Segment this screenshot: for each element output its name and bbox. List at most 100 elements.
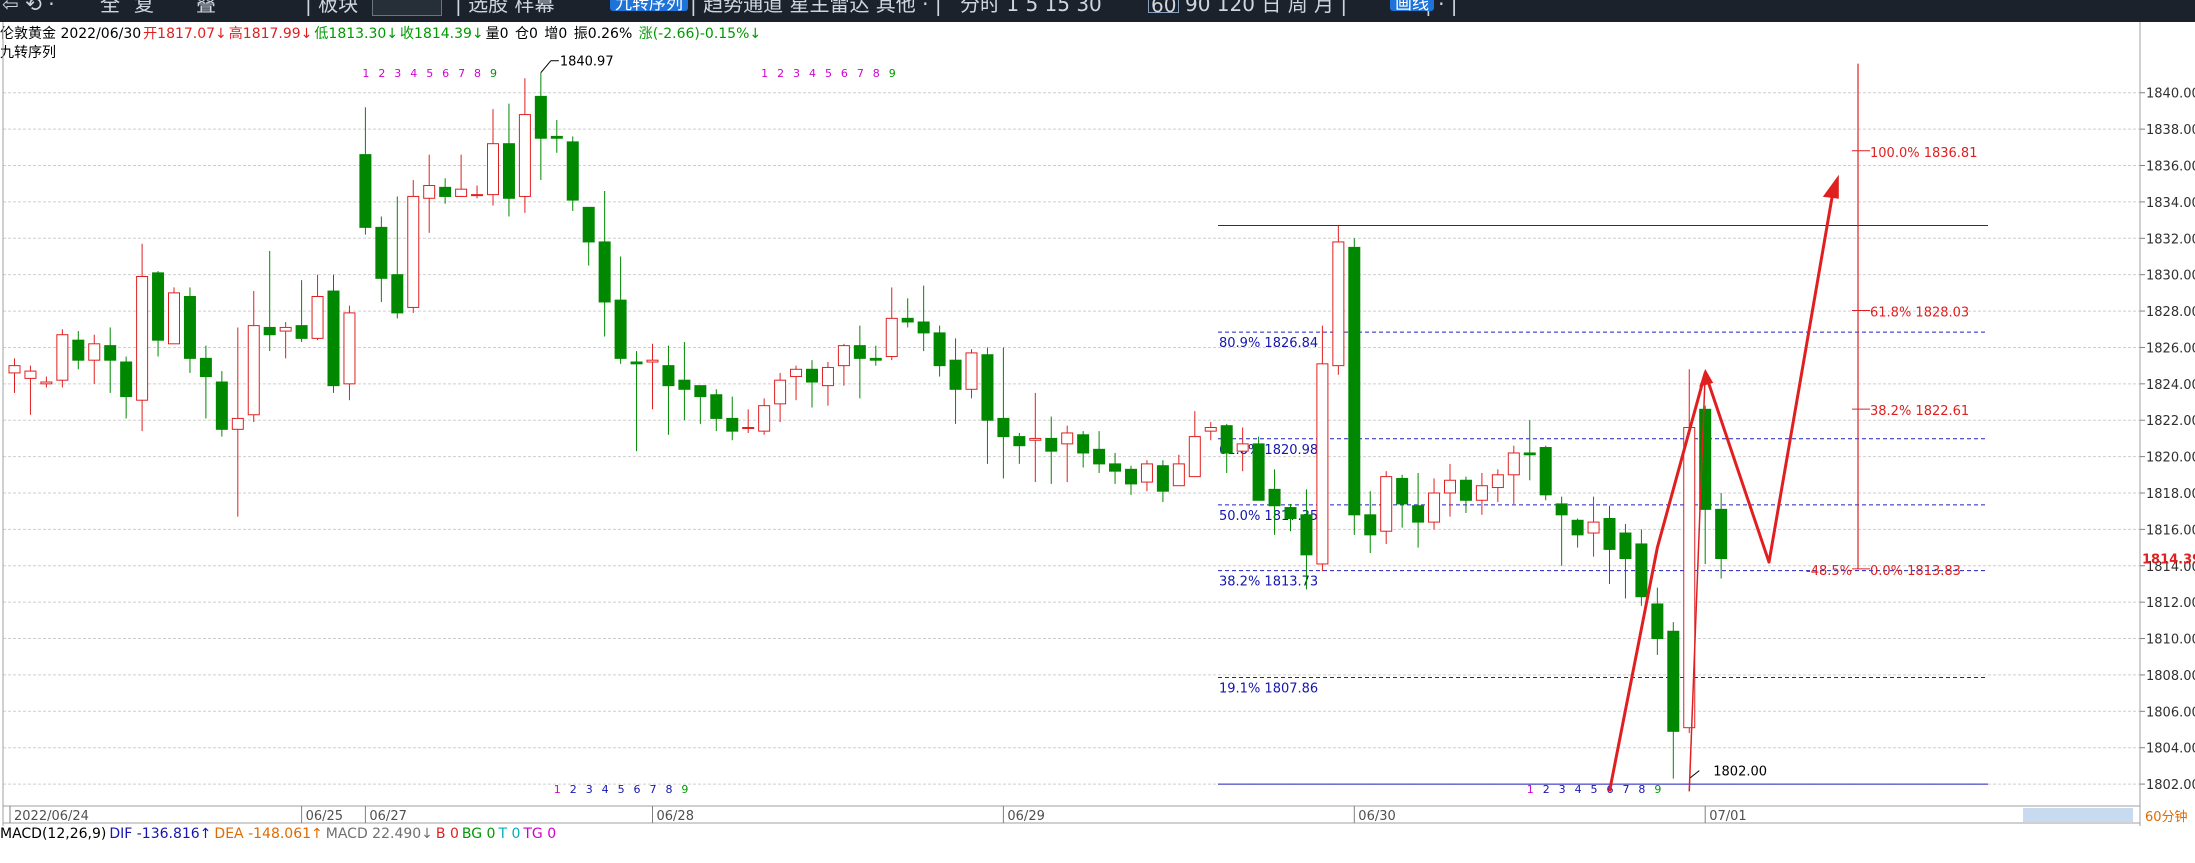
candle: [375, 216, 388, 302]
candle: [1555, 496, 1568, 566]
candle-body: [24, 370, 37, 379]
candle: [1236, 427, 1249, 472]
candle-body: [423, 185, 436, 199]
candle-body: [1603, 517, 1616, 550]
candle-body: [758, 405, 771, 432]
candle: [1539, 445, 1552, 501]
nine-sequence-digit: 4: [809, 67, 816, 80]
candle-body: [471, 194, 484, 197]
candle: [1268, 469, 1281, 535]
fib-projection-label: 100.0% 1836.81: [1870, 146, 1977, 161]
candle-body: [598, 241, 611, 303]
candle-body: [247, 325, 260, 416]
period-label-bg: [2023, 808, 2133, 822]
candle-body: [981, 354, 994, 421]
price-tick-label: 1826.00: [2146, 341, 2195, 356]
candle: [215, 371, 228, 437]
candle: [981, 347, 994, 464]
candle-body: [8, 365, 21, 374]
candle-body: [1236, 443, 1249, 452]
candle: [1188, 411, 1201, 478]
candle-body: [885, 317, 898, 358]
candle: [104, 327, 117, 393]
candle-body: [343, 312, 356, 385]
nine-sequence-digit: 4: [1575, 783, 1582, 796]
candle-body: [1491, 474, 1504, 489]
candle: [1380, 471, 1393, 544]
nine-sequence-digit: 2: [777, 67, 784, 80]
nine-sequence-digit: 5: [618, 783, 625, 796]
candle: [471, 185, 484, 199]
candle-body: [104, 345, 117, 361]
candle-body: [1045, 437, 1058, 452]
candle: [1077, 431, 1090, 468]
candle-body: [279, 326, 292, 332]
nine-sequence-markers: 1 2 3 4 5 6 7 8 9 1 2 3 4 5 6 7 8 91 2 3 4 5 6 7 8 9 1 2 3 4 5 6 7 8 9: [362, 67, 1661, 796]
fib-projection-label: 38.2% 1822.61: [1870, 404, 1969, 419]
candle-body: [1380, 476, 1393, 532]
candle: [88, 334, 101, 384]
candle-body: [1125, 468, 1137, 485]
candle: [678, 341, 691, 421]
candle-body: [359, 154, 372, 228]
fib-level-label: 38.2% 1813.73: [1219, 575, 1318, 590]
candle: [1444, 463, 1456, 517]
macd-name: MACD(12,26,9): [0, 826, 107, 842]
candle-body: [136, 275, 149, 401]
price-tick-label: 1830.00: [2146, 269, 2195, 284]
candle: [997, 347, 1010, 479]
candle-body: [1013, 436, 1026, 447]
candle-body: [1651, 603, 1664, 640]
price-tick-label: 1808.00: [2146, 669, 2195, 684]
candle: [439, 178, 452, 204]
candle-body: [1348, 246, 1361, 516]
candle-body: [1364, 514, 1377, 536]
fibonacci-projection: 100.0% 1836.81 61.8% 1828.03 38.2% 1822.61…: [1806, 63, 1977, 579]
price-tick-label: 1832.00: [2146, 232, 2195, 247]
nine-sequence-digit: 7: [1622, 783, 1629, 796]
nine-sequence-digit: 9: [490, 67, 497, 80]
candle: [614, 256, 627, 364]
candle: [136, 243, 149, 432]
candle: [359, 107, 372, 235]
candle-body: [646, 359, 659, 363]
candle-body: [1475, 485, 1488, 501]
price-chart[interactable]: 1802.00 1804.00 1806.00 1808.00 1810.00 1812.…: [0, 0, 2195, 826]
candle-body: [455, 188, 468, 197]
candle-body: [1619, 532, 1632, 559]
candle: [933, 325, 946, 377]
candles: [8, 72, 1728, 779]
candle: [598, 190, 611, 337]
candle-body: [837, 345, 850, 367]
candle-body: [1587, 521, 1600, 534]
candle-body: [215, 381, 228, 430]
nine-sequence-digit: 2: [1543, 783, 1550, 796]
candle-body: [1061, 432, 1074, 445]
candle: [183, 287, 196, 373]
nine-sequence-digit: 3: [394, 67, 401, 80]
nine-sequence-digit: 8: [665, 783, 672, 796]
candle-body: [120, 361, 133, 398]
candle: [550, 120, 563, 153]
candle-body: [790, 368, 803, 378]
candle: [199, 345, 212, 419]
candle: [1204, 422, 1217, 441]
candle-body: [168, 292, 180, 345]
candle: [901, 298, 914, 328]
candle-body: [1523, 452, 1536, 456]
candle: [56, 329, 69, 388]
high-marker-label: 1840.97: [560, 55, 614, 70]
candle-body: [917, 321, 930, 334]
candle-body: [534, 95, 547, 139]
fib-level-label: 61.8% 1820.98: [1219, 443, 1318, 458]
candle: [1603, 505, 1616, 584]
candle-body: [566, 141, 579, 201]
candle: [1635, 529, 1648, 606]
candle: [1332, 225, 1345, 375]
candle: [1412, 472, 1425, 548]
candle-body: [1459, 479, 1472, 501]
candle-body: [1140, 463, 1153, 483]
candle-body: [1300, 514, 1313, 556]
macd-indicator-bar[interactable]: MACD(12,26,9) DIF -136.816↑ DEA -148.061↑ M…: [0, 826, 559, 844]
candle: [1619, 523, 1632, 599]
